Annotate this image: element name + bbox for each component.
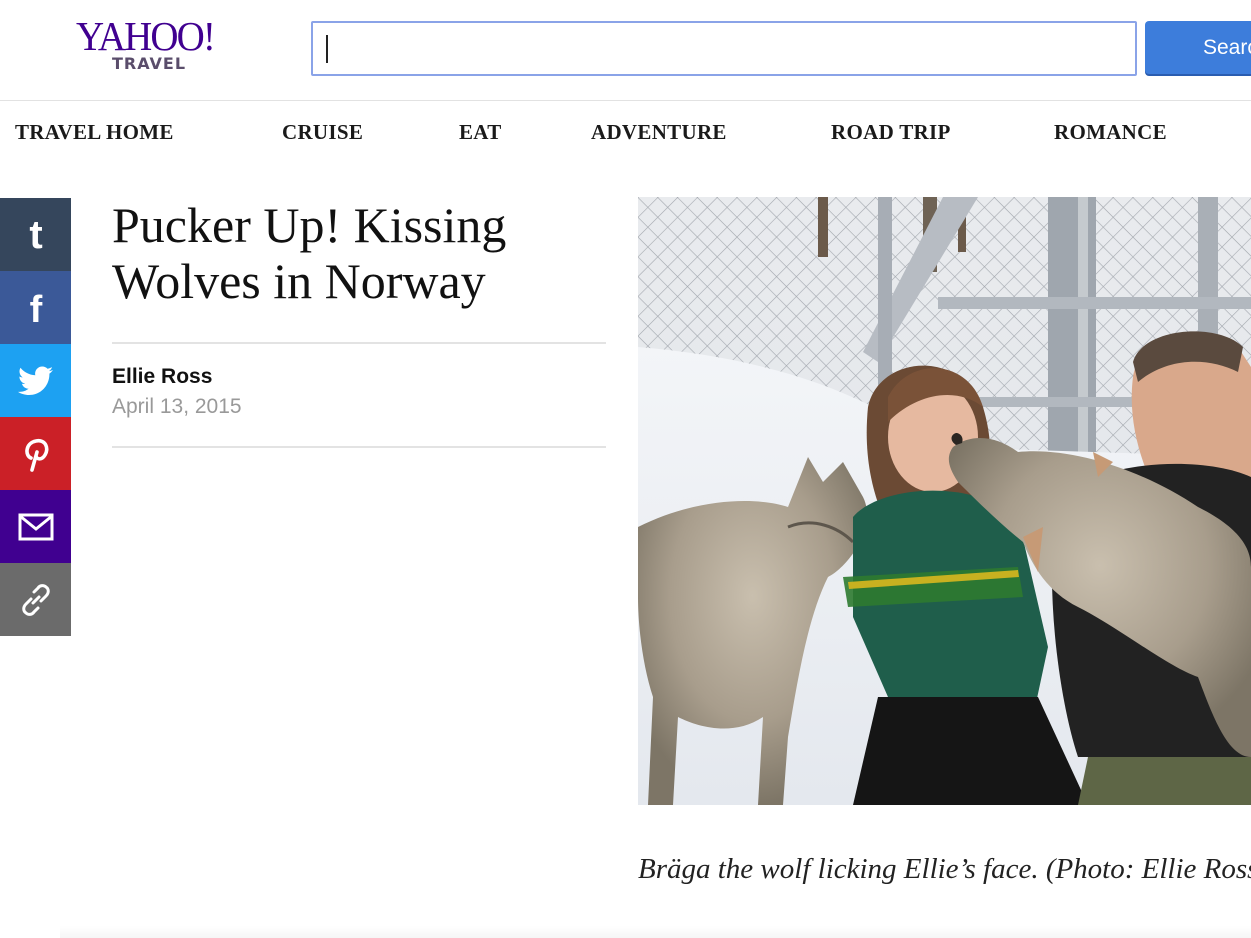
site-header: YAHOO! TRAVEL Search — [0, 0, 1251, 101]
share-mail-button[interactable] — [0, 490, 71, 563]
nav-item-eat[interactable]: EAT — [459, 120, 502, 145]
svg-text:t: t — [29, 217, 42, 253]
search-box[interactable] — [311, 21, 1137, 76]
byline-divider-bottom — [112, 446, 606, 448]
logo-section: TRAVEL — [112, 54, 187, 73]
mail-icon — [18, 513, 53, 540]
share-facebook-button[interactable]: f — [0, 271, 71, 344]
byline-divider-top — [112, 342, 606, 344]
tumblr-icon: t — [29, 217, 42, 253]
photo-caption: Bräga the wolf licking Ellie’s face. (Ph… — [638, 853, 1251, 885]
share-twitter-button[interactable] — [0, 344, 71, 417]
nav-item-adventure[interactable]: ADVENTURE — [591, 120, 727, 145]
share-pinterest-button[interactable] — [0, 417, 71, 490]
nav-item-cruise[interactable]: CRUISE — [282, 120, 363, 145]
main-nav: TRAVEL HOME CRUISE EAT ADVENTURE ROAD TR… — [0, 104, 1251, 164]
article-date: April 13, 2015 — [112, 395, 242, 418]
facebook-icon: f — [29, 290, 42, 326]
link-icon — [21, 583, 50, 616]
article-photo[interactable] — [638, 197, 1251, 805]
yahoo-travel-logo[interactable]: YAHOO! TRAVEL — [76, 14, 236, 80]
share-link-button[interactable] — [0, 563, 71, 636]
share-rail: t f — [0, 198, 71, 636]
article-author[interactable]: Ellie Ross — [112, 365, 212, 389]
search-input[interactable] — [313, 23, 1135, 74]
nav-item-travel-home[interactable]: TRAVEL HOME — [15, 120, 174, 145]
nav-item-road-trip[interactable]: ROAD TRIP — [831, 120, 951, 145]
search-button[interactable]: Search — [1145, 21, 1251, 74]
pinterest-icon — [24, 438, 48, 472]
text-caret — [326, 35, 328, 63]
logo-brand: YAHOO! — [76, 13, 216, 59]
nav-item-romance[interactable]: ROMANCE — [1054, 120, 1167, 145]
wolf-photo-illustration — [638, 197, 1251, 805]
svg-text:f: f — [29, 290, 42, 326]
twitter-icon — [17, 366, 53, 395]
article-title: Pucker Up! Kissing Wolves in Norway — [112, 197, 507, 309]
share-tumblr-button[interactable]: t — [0, 198, 71, 271]
content-fade — [60, 926, 1251, 938]
